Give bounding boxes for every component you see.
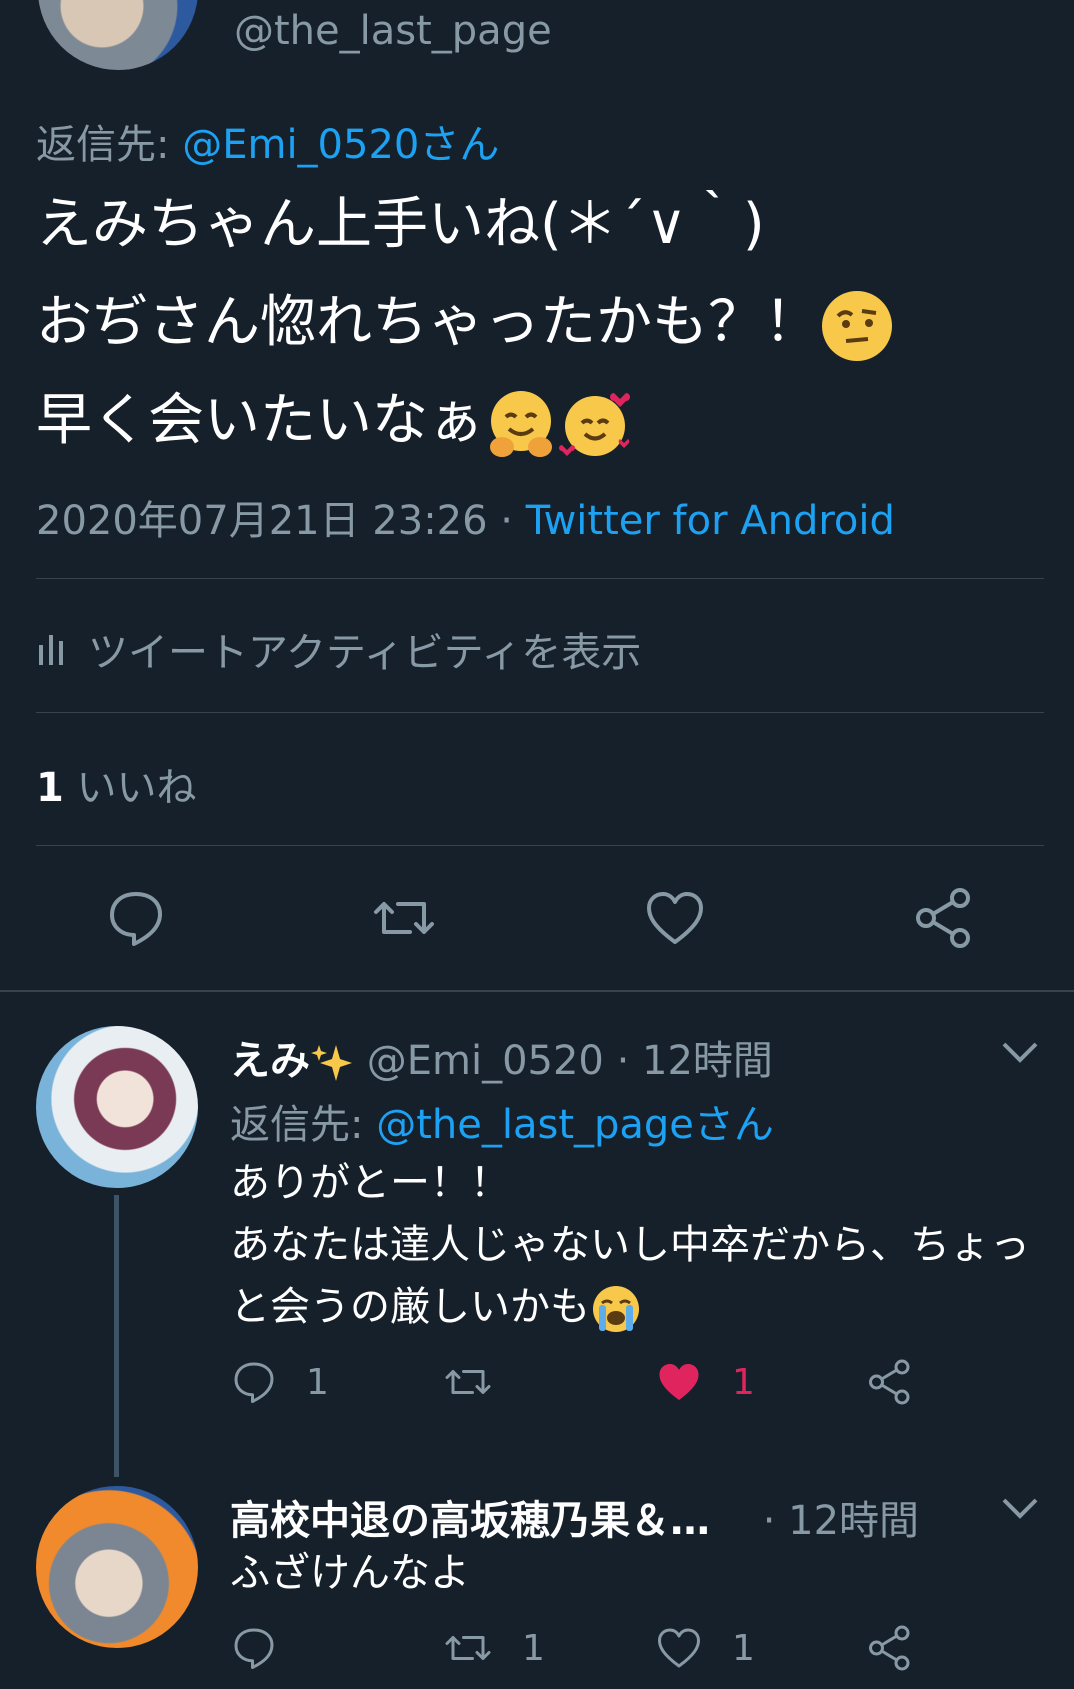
reply-header: 高校中退の高坂穂乃果＆… · 12時間 bbox=[230, 1488, 919, 1546]
reply-body: ふざけんなよ bbox=[230, 1550, 470, 1596]
share-button[interactable] bbox=[866, 1624, 914, 1672]
likes-label: いいね bbox=[63, 765, 197, 811]
like-icon bbox=[658, 1628, 700, 1668]
reply-time: · 12時間 bbox=[603, 1038, 773, 1084]
author-avatar[interactable] bbox=[38, 0, 198, 70]
tweet-client-link[interactable]: Twitter for Android bbox=[526, 498, 895, 544]
thread-connector-line bbox=[114, 1195, 119, 1477]
like-icon[interactable] bbox=[643, 886, 707, 950]
reply-to-link[interactable]: @the_last_pageさん bbox=[376, 1102, 774, 1148]
reply-action-bar: 1 1 bbox=[230, 1624, 1050, 1684]
reply-to-line: 返信先: @the_last_pageさん bbox=[230, 1092, 774, 1150]
share-icon bbox=[869, 1625, 910, 1671]
share-icon[interactable] bbox=[912, 886, 976, 950]
likes-count: 1 bbox=[36, 765, 64, 811]
reply-header: えみ @Emi_0520 · 12時間 bbox=[230, 1028, 773, 1086]
activity-label: ツイートアクティビティを表示 bbox=[88, 630, 642, 676]
reply-prefix: 返信先: bbox=[230, 1102, 377, 1148]
tweet-body: えみちゃん上手いね(＊´∨｀) おぢさん惚れちゃったかも？！ 早く会いたいなぁ bbox=[36, 176, 1046, 470]
reply-body: ありがとー！！ あなたは達人じゃないし中卒だから、ちょっと会うの厳しいかも bbox=[230, 1152, 1050, 1338]
smiling-face-with-hearts-emoji-icon bbox=[559, 392, 630, 456]
reply-body-line-1: ありがとー！！ bbox=[230, 1160, 510, 1206]
retweet-count: 1 bbox=[522, 1627, 545, 1669]
reply-button[interactable]: 1 bbox=[230, 1358, 329, 1406]
tweet-line-2-text: おぢさん惚れちゃったかも？！ bbox=[36, 290, 820, 355]
chevron-down-icon[interactable] bbox=[1000, 1496, 1040, 1520]
like-count: 1 bbox=[732, 1627, 755, 1669]
tweet-action-bar bbox=[0, 886, 1074, 950]
reply-button[interactable] bbox=[230, 1624, 278, 1672]
reply-count: 1 bbox=[306, 1361, 329, 1403]
reply-author-name[interactable]: 高校中退の高坂穂乃果＆… bbox=[230, 1498, 710, 1544]
section-separator bbox=[0, 990, 1074, 992]
reply-author-name[interactable]: えみ bbox=[230, 1038, 310, 1084]
share-icon bbox=[869, 1359, 910, 1405]
reply-time: · 12時間 bbox=[750, 1498, 920, 1544]
divider bbox=[36, 845, 1044, 846]
tweet-timestamp[interactable]: 2020年07月21日 23:26 bbox=[36, 498, 488, 544]
reply-icon bbox=[234, 1362, 274, 1403]
reply-body-line-2: あなたは達人じゃないし中卒だから、ちょっと会うの厳しいかも bbox=[230, 1214, 1050, 1338]
raised-eyebrow-emoji-icon bbox=[822, 290, 892, 361]
sparkles-emoji-icon bbox=[311, 1045, 352, 1081]
hugging-face-emoji-icon bbox=[490, 390, 552, 457]
chevron-down-icon[interactable] bbox=[1000, 1040, 1040, 1064]
like-count: 1 bbox=[732, 1361, 755, 1403]
reply-to-link[interactable]: @Emi_0520さん bbox=[182, 122, 499, 168]
like-icon bbox=[659, 1364, 699, 1400]
retweet-button[interactable] bbox=[442, 1358, 494, 1406]
like-button[interactable]: 1 bbox=[654, 1358, 755, 1406]
retweet-button[interactable]: 1 bbox=[442, 1624, 545, 1672]
reply-avatar[interactable] bbox=[36, 1486, 198, 1648]
tweet-line-3-text: 早く会いたいなぁ bbox=[36, 388, 484, 453]
activity-bars-icon bbox=[39, 635, 63, 665]
retweet-icon bbox=[445, 1370, 491, 1394]
share-button[interactable] bbox=[866, 1358, 914, 1406]
tweet-meta: 2020年07月21日 23:26 · Twitter for Android bbox=[36, 488, 895, 546]
tweet-line-1: えみちゃん上手いね(＊´∨｀) bbox=[36, 192, 765, 257]
divider bbox=[36, 712, 1044, 713]
tweet-line-2: おぢさん惚れちゃったかも？！ bbox=[36, 274, 1046, 372]
reply-prefix: 返信先: bbox=[36, 122, 183, 168]
retweet-icon[interactable] bbox=[372, 886, 436, 950]
reply-icon[interactable] bbox=[104, 886, 168, 950]
divider bbox=[36, 578, 1044, 579]
tweet-activity-link[interactable]: ツイートアクティビティを表示 bbox=[36, 620, 641, 678]
reply-to-line: 返信先: @Emi_0520さん bbox=[36, 112, 499, 170]
like-button[interactable]: 1 bbox=[654, 1624, 755, 1672]
author-handle[interactable]: @the_last_page bbox=[234, 8, 552, 54]
reply-author-handle[interactable]: @Emi_0520 bbox=[354, 1038, 604, 1084]
likes-summary[interactable]: 1 いいね bbox=[36, 755, 197, 813]
reply-action-bar: 1 1 bbox=[230, 1358, 1050, 1418]
meta-separator: · bbox=[487, 498, 526, 544]
loudly-crying-emoji-icon bbox=[593, 1286, 639, 1332]
reply-icon bbox=[234, 1628, 274, 1669]
retweet-icon bbox=[445, 1636, 491, 1660]
reply-avatar[interactable] bbox=[36, 1026, 198, 1188]
tweet-line-3: 早く会いたいなぁ bbox=[36, 372, 1046, 470]
